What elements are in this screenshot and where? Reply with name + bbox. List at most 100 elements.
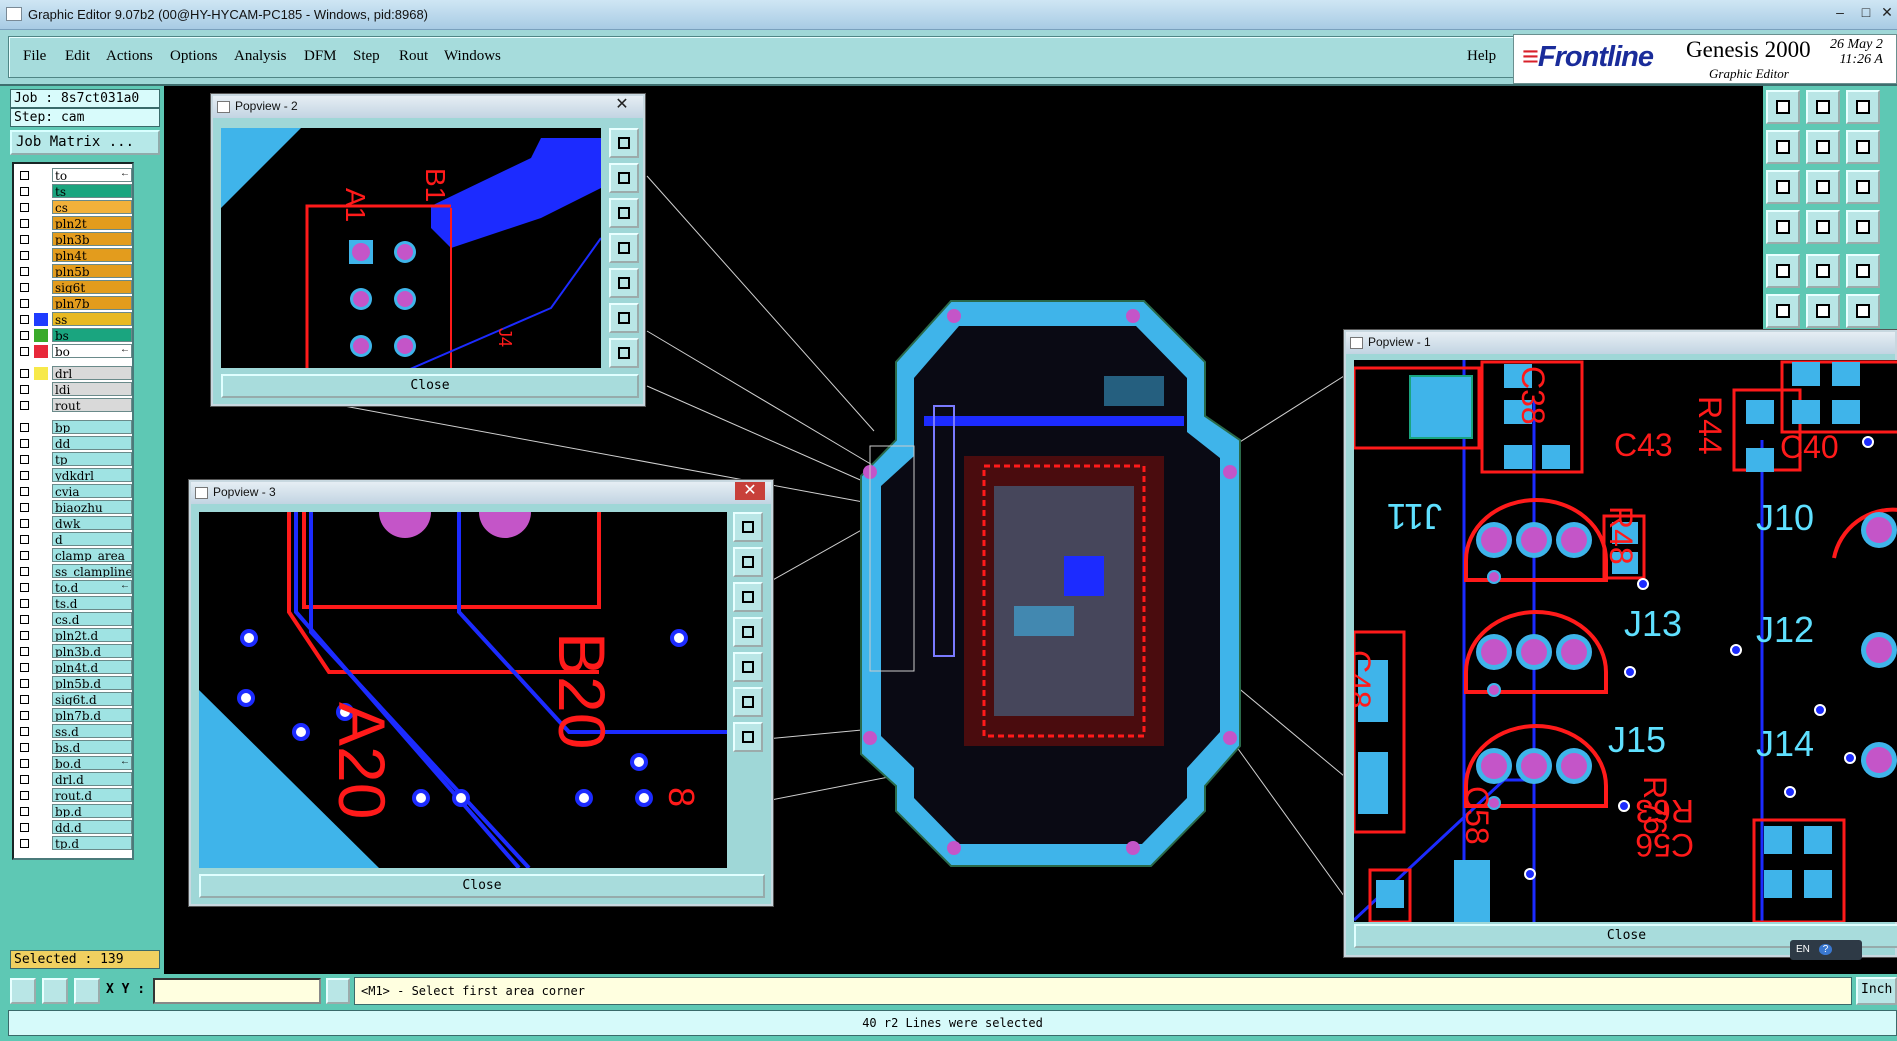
layer-name[interactable]: ts.d xyxy=(52,596,132,610)
layer-row-pln3b-d[interactable]: pln3b.d xyxy=(16,644,132,659)
popview-3-tool-right[interactable] xyxy=(733,652,763,682)
layer-checkbox[interactable] xyxy=(20,535,29,544)
layer-name[interactable]: pln5b.d xyxy=(52,676,132,690)
popview-2-tool-down[interactable] xyxy=(609,198,639,228)
layer-row-bo-d[interactable]: bo.d ← xyxy=(16,756,132,771)
tool-button-2-1[interactable] xyxy=(1806,170,1840,204)
alert-icon[interactable] xyxy=(326,978,350,1004)
layer-checkbox[interactable] xyxy=(20,679,29,688)
layer-row-dd[interactable]: dd xyxy=(16,436,132,451)
layer-row-pln5b-d[interactable]: pln5b.d xyxy=(16,676,132,691)
units-button[interactable]: Inch xyxy=(1856,977,1897,1005)
layer-name[interactable]: sig6t.d xyxy=(52,692,132,706)
layer-checkbox[interactable] xyxy=(20,315,29,324)
layer-name[interactable]: cs xyxy=(52,200,132,214)
layer-name[interactable]: dd xyxy=(52,436,132,450)
layer-checkbox[interactable] xyxy=(20,283,29,292)
popview-2-x-button[interactable]: ✕ xyxy=(607,96,637,114)
layer-row-pln3b[interactable]: pln3b xyxy=(16,232,132,247)
measure-icon[interactable] xyxy=(10,978,36,1004)
layer-name[interactable]: dwk xyxy=(52,516,132,530)
xy-input[interactable] xyxy=(153,978,321,1004)
layer-name[interactable]: ss.d xyxy=(52,724,132,738)
layer-row-ldi[interactable]: ldi xyxy=(16,382,132,397)
layer-name[interactable]: pln2t xyxy=(52,216,132,230)
layer-row-to[interactable]: to ← xyxy=(16,168,132,183)
popview-2-tool-right[interactable] xyxy=(609,268,639,298)
layer-name[interactable]: drl.d xyxy=(52,772,132,786)
layer-name[interactable]: rout.d xyxy=(52,788,132,802)
layer-checkbox[interactable] xyxy=(20,839,29,848)
popview-2-close-button[interactable]: Close xyxy=(221,374,639,398)
layer-row-bo[interactable]: bo ← xyxy=(16,344,132,359)
layer-row-dwk[interactable]: dwk xyxy=(16,516,132,531)
layer-checkbox[interactable] xyxy=(20,583,29,592)
tool-button-1-1[interactable] xyxy=(1806,130,1840,164)
layer-name[interactable]: sig6t xyxy=(52,280,132,294)
popview-2-tool-zoom[interactable] xyxy=(609,128,639,158)
layer-checkbox[interactable] xyxy=(20,599,29,608)
tool-button-0-1[interactable] xyxy=(1806,90,1840,124)
layer-name[interactable]: pln7b.d xyxy=(52,708,132,722)
layer-checkbox[interactable] xyxy=(20,647,29,656)
layer-checkbox[interactable] xyxy=(20,267,29,276)
layer-checkbox[interactable] xyxy=(20,695,29,704)
help-icon[interactable]: ? xyxy=(1818,944,1833,955)
layer-row-rout-d[interactable]: rout.d xyxy=(16,788,132,803)
layer-name[interactable]: clamp_area xyxy=(52,548,132,562)
layer-row-pln7b[interactable]: pln7b xyxy=(16,296,132,311)
layer-row-pln7b-d[interactable]: pln7b.d xyxy=(16,708,132,723)
layer-row-cs[interactable]: cs xyxy=(16,200,132,215)
menu-options[interactable]: Options xyxy=(170,48,218,65)
layer-checkbox[interactable] xyxy=(20,187,29,196)
layer-row-bs-d[interactable]: bs.d xyxy=(16,740,132,755)
tool-button-0-0[interactable] xyxy=(1766,90,1800,124)
layer-row-bp[interactable]: bp xyxy=(16,420,132,435)
layer-row-biaozhu[interactable]: biaozhu xyxy=(16,500,132,515)
layer-checkbox[interactable] xyxy=(20,743,29,752)
layer-row-pln2t-d[interactable]: pln2t.d xyxy=(16,628,132,643)
layer-row-tp-d[interactable]: tp.d xyxy=(16,836,132,851)
menu-help[interactable]: Help xyxy=(1467,48,1496,65)
tool-button-4-0[interactable] xyxy=(1766,254,1800,288)
layer-checkbox[interactable] xyxy=(20,727,29,736)
layer-name[interactable]: bs.d xyxy=(52,740,132,754)
layer-checkbox[interactable] xyxy=(20,519,29,528)
layer-checkbox[interactable] xyxy=(20,299,29,308)
layer-row-clamp-area[interactable]: clamp_area xyxy=(16,548,132,563)
layer-checkbox[interactable] xyxy=(20,347,29,356)
layer-checkbox[interactable] xyxy=(20,631,29,640)
layer-checkbox[interactable] xyxy=(20,615,29,624)
layer-name[interactable]: ydkdrl xyxy=(52,468,132,482)
tool-button-5-2[interactable] xyxy=(1846,294,1880,328)
popview-3-tool-home[interactable] xyxy=(733,722,763,752)
job-matrix-button[interactable]: Job Matrix ... xyxy=(10,130,160,155)
layer-name[interactable]: pln4t.d xyxy=(52,660,132,674)
layer-checkbox[interactable] xyxy=(20,331,29,340)
layer-checkbox[interactable] xyxy=(20,235,29,244)
layer-row-cvia[interactable]: cvia xyxy=(16,484,132,499)
menu-rout[interactable]: Rout xyxy=(399,48,428,65)
layer-row-pln2t[interactable]: pln2t xyxy=(16,216,132,231)
layer-name[interactable]: ts xyxy=(52,184,132,198)
language-indicator[interactable]: EN ? xyxy=(1790,940,1862,960)
layer-row-tp[interactable]: tp xyxy=(16,452,132,467)
layer-name[interactable]: tp.d xyxy=(52,836,132,850)
popview-3-tool-down[interactable] xyxy=(733,582,763,612)
layer-name[interactable]: ss xyxy=(52,312,132,326)
layer-checkbox[interactable] xyxy=(20,369,29,378)
layer-name[interactable]: pln7b xyxy=(52,296,132,310)
snap-icon[interactable] xyxy=(42,978,68,1004)
layer-name[interactable]: d xyxy=(52,532,132,546)
layer-name[interactable]: cvia xyxy=(52,484,132,498)
layer-checkbox[interactable] xyxy=(20,203,29,212)
menu-windows[interactable]: Windows xyxy=(444,48,501,65)
grid-icon[interactable] xyxy=(74,978,100,1004)
popview-3-view[interactable]: A20 B20 8 xyxy=(199,512,727,868)
layer-row-pln5b[interactable]: pln5b xyxy=(16,264,132,279)
tool-button-5-1[interactable] xyxy=(1806,294,1840,328)
layer-row-ss-d[interactable]: ss.d xyxy=(16,724,132,739)
layer-row-cs-d[interactable]: cs.d xyxy=(16,612,132,627)
layer-checkbox[interactable] xyxy=(20,487,29,496)
popview-3-tool-left[interactable] xyxy=(733,617,763,647)
